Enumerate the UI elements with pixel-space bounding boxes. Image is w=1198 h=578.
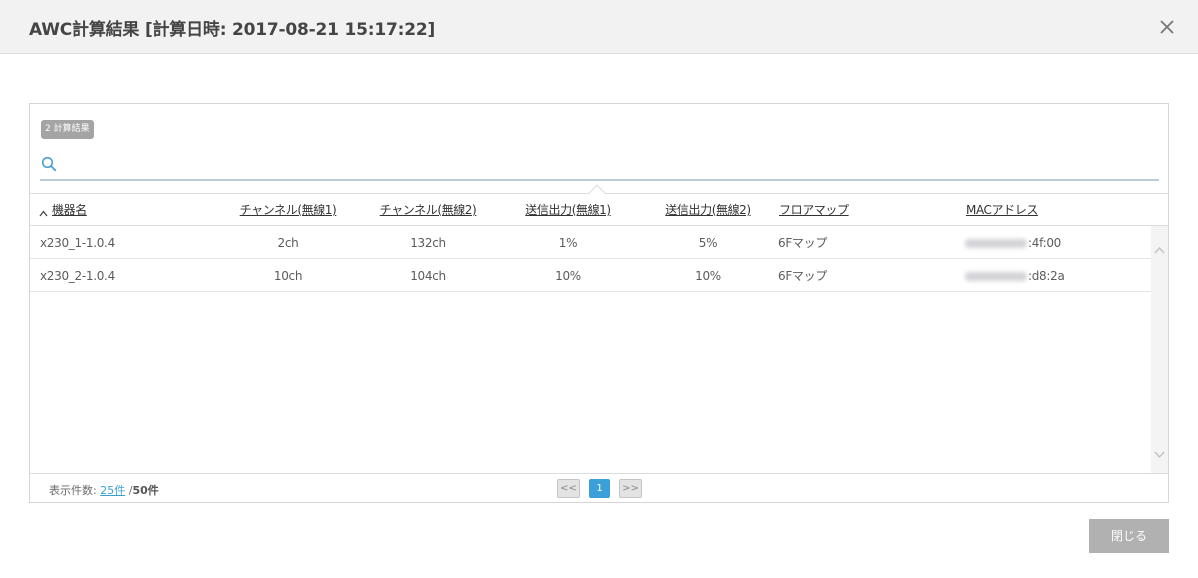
search-bar	[40, 154, 1159, 181]
cell-device-name: x230_1-1.0.4	[40, 236, 115, 250]
table-body: x230_1-1.0.4 2ch 132ch 1% 5% 6Fマップ :4f:0…	[30, 226, 1151, 473]
dialog-title: AWC計算結果 [計算日時: 2017-08-21 15:17:22]	[29, 20, 436, 40]
close-dialog-button[interactable]: 閉じる	[1089, 519, 1169, 553]
table-footer: 表示件数: 25件 /50件 << 1 >>	[30, 473, 1168, 502]
pager-last-button[interactable]: >>	[619, 479, 642, 498]
cell-mac: :d8:2a	[965, 269, 1065, 283]
cell-channel-1: 2ch	[277, 236, 299, 250]
results-panel: 2 計算結果 機器名 チャンネル(無線1) チャンネル(無線2) 送信出力(無線…	[29, 103, 1169, 503]
sort-ascending-icon[interactable]	[39, 206, 48, 217]
cell-power-2: 10%	[695, 269, 721, 283]
table-row[interactable]: x230_1-1.0.4 2ch 132ch 1% 5% 6Fマップ :4f:0…	[30, 226, 1151, 259]
close-icon[interactable]	[1156, 16, 1178, 38]
mac-visible-part: :d8:2a	[1028, 269, 1065, 283]
cell-power-2: 5%	[698, 236, 718, 250]
cell-power-1: 10%	[555, 269, 581, 283]
header-notch	[588, 184, 606, 202]
cell-floormap: 6Fマップ	[778, 269, 828, 283]
mac-redaction	[965, 239, 1027, 248]
column-header-power-2[interactable]: 送信出力(無線2)	[665, 201, 751, 218]
table-header: 機器名 チャンネル(無線1) チャンネル(無線2) 送信出力(無線1) 送信出力…	[30, 184, 1168, 226]
chevron-down-icon[interactable]	[1154, 448, 1165, 459]
column-header-power-1[interactable]: 送信出力(無線1)	[525, 201, 611, 218]
search-input[interactable]	[62, 154, 1152, 176]
column-header-channel-1[interactable]: チャンネル(無線1)	[240, 201, 337, 218]
cell-channel-2: 104ch	[410, 269, 446, 283]
search-icon	[41, 156, 57, 172]
cell-channel-1: 10ch	[273, 269, 303, 283]
scrollbar[interactable]	[1151, 226, 1168, 473]
cell-channel-2: 132ch	[410, 236, 446, 250]
cell-mac: :4f:00	[965, 236, 1061, 250]
column-header-mac[interactable]: MACアドレス	[966, 201, 1038, 218]
table-row[interactable]: x230_2-1.0.4 10ch 104ch 10% 10% 6Fマップ :d…	[30, 259, 1151, 292]
cell-device-name: x230_2-1.0.4	[40, 269, 115, 283]
pager-page-button[interactable]: 1	[589, 479, 610, 498]
page-size-option-current[interactable]: 25件	[100, 484, 125, 497]
chevron-up-icon[interactable]	[1154, 243, 1165, 254]
dialog-header: AWC計算結果 [計算日時: 2017-08-21 15:17:22]	[0, 0, 1198, 54]
mac-visible-part: :4f:00	[1028, 236, 1061, 250]
page-size-label: 表示件数:	[49, 484, 97, 497]
cell-floormap: 6Fマップ	[778, 236, 828, 250]
column-header-device-name[interactable]: 機器名	[52, 201, 87, 218]
result-count-badge: 2 計算結果	[41, 120, 94, 139]
page-size-selector: 表示件数: 25件 /50件	[49, 482, 159, 498]
pager-first-button[interactable]: <<	[557, 479, 580, 498]
column-header-floormap[interactable]: フロアマップ	[779, 201, 849, 218]
cell-power-1: 1%	[558, 236, 578, 250]
column-header-channel-2[interactable]: チャンネル(無線2)	[380, 201, 477, 218]
mac-redaction	[965, 272, 1027, 281]
page-size-option-alt[interactable]: 50件	[132, 484, 158, 497]
